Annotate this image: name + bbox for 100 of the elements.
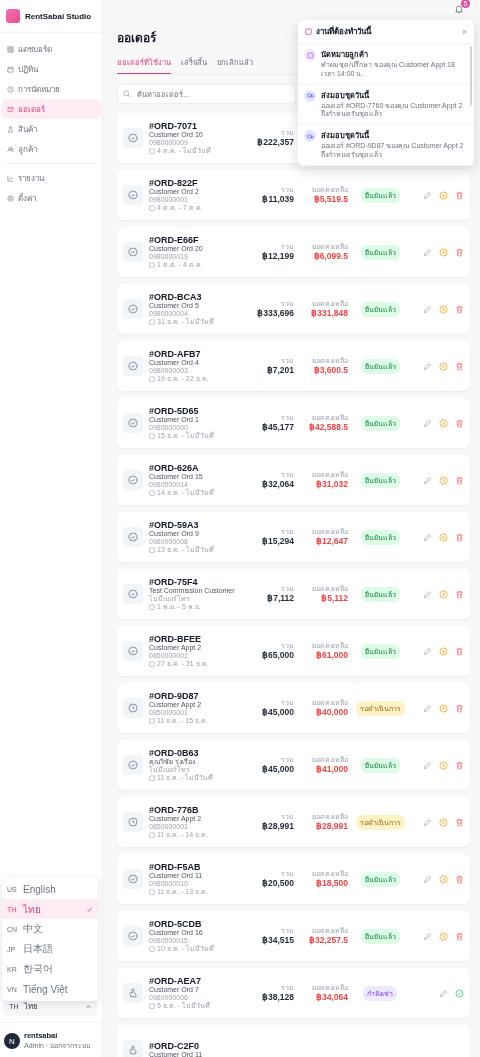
order-id: #ORD-776B — [149, 804, 200, 816]
order-id: #ORD-AEA7 — [149, 975, 202, 987]
order-id: #ORD-75F4 — [149, 576, 199, 588]
total-amount: ฿32,064 — [262, 479, 294, 490]
total-amount: ฿65,000 — [262, 650, 294, 661]
remaining-amount: ฿34,064 — [316, 992, 348, 1003]
dress-icon — [7, 125, 14, 133]
delete-button[interactable] — [455, 304, 464, 314]
calendar-icon — [149, 604, 155, 611]
delete-button[interactable] — [455, 247, 464, 257]
sidebar-item[interactable]: ลูกค้า — [1, 139, 101, 159]
complete-button[interactable] — [455, 988, 464, 998]
users-icon — [7, 145, 14, 153]
edit-button[interactable] — [423, 931, 432, 941]
bell-icon[interactable] — [454, 4, 464, 14]
calendar-icon — [149, 490, 155, 497]
delete-button[interactable] — [455, 589, 464, 599]
edit-button[interactable] — [423, 418, 432, 428]
delete-button[interactable] — [455, 703, 464, 713]
sidebar-item[interactable]: ออเดอร์ — [1, 99, 101, 119]
cancel-button[interactable] — [439, 874, 448, 884]
sidebar-item[interactable]: รายงาน — [1, 168, 101, 188]
total-amount: ฿222,357 — [257, 137, 294, 148]
sidebar-item[interactable]: ปฏิทิน — [1, 59, 101, 79]
clock-icon — [123, 812, 143, 832]
cancel-button[interactable] — [439, 760, 448, 770]
calendar-icon — [149, 547, 155, 554]
edit-button[interactable] — [423, 703, 432, 713]
calendar-icon — [7, 65, 14, 73]
sidebar-item[interactable]: ตั้งค่า — [1, 188, 101, 208]
edit-button[interactable] — [423, 817, 432, 827]
envelope-icon — [7, 105, 14, 113]
calendar-icon — [149, 205, 155, 212]
remaining-amount: ฿32,257.5 — [308, 935, 348, 946]
delete-button[interactable] — [455, 760, 464, 770]
edit-button[interactable] — [439, 988, 448, 998]
total-amount: ฿15,294 — [262, 536, 294, 547]
edit-button[interactable] — [423, 532, 432, 542]
total-amount: ฿20,500 — [262, 878, 294, 889]
remaining-amount: ฿28,991 — [316, 821, 348, 832]
edit-button[interactable] — [423, 475, 432, 485]
delete-button[interactable] — [455, 190, 464, 200]
cancel-button[interactable] — [439, 703, 448, 713]
order-id: #ORD-7071 — [149, 120, 199, 132]
remaining-amount: ฿61,000 — [316, 650, 348, 661]
delete-button[interactable] — [455, 475, 464, 485]
edit-button[interactable] — [423, 646, 432, 656]
cancel-button[interactable] — [439, 817, 448, 827]
check-badge-icon — [123, 641, 143, 661]
calendar-icon — [149, 775, 155, 782]
check-badge-icon — [123, 584, 143, 604]
cancel-button[interactable] — [439, 190, 448, 200]
delete-button[interactable] — [455, 817, 464, 827]
order-id: #ORD-F5AB — [149, 861, 202, 873]
calendar-icon — [149, 832, 155, 839]
remaining-amount: ฿18,500 — [316, 878, 348, 889]
cancel-button[interactable] — [439, 247, 448, 257]
delete-button[interactable] — [455, 646, 464, 656]
edit-button[interactable] — [423, 304, 432, 314]
edit-button[interactable] — [423, 190, 432, 200]
truck-icon — [304, 130, 316, 142]
delete-button[interactable] — [455, 931, 464, 941]
delete-button[interactable] — [455, 532, 464, 542]
order-id: #ORD-AFB7 — [149, 348, 202, 360]
remaining-amount: ฿331,848 — [311, 308, 348, 319]
edit-button[interactable] — [423, 874, 432, 884]
cancel-button[interactable] — [439, 475, 448, 485]
order-id: #ORD-9D87 — [149, 690, 200, 702]
calendar-icon — [149, 661, 155, 668]
cancel-button[interactable] — [439, 646, 448, 656]
check-badge-icon — [123, 755, 143, 775]
edit-button[interactable] — [423, 760, 432, 770]
calendar-icon — [149, 148, 155, 155]
grid-icon — [7, 45, 14, 53]
order-id: #ORD-E66F — [149, 234, 200, 246]
order-id: #ORD-C2F0 — [149, 1040, 200, 1052]
calendar-icon — [149, 889, 155, 896]
cancel-button[interactable] — [439, 931, 448, 941]
edit-button[interactable] — [423, 247, 432, 257]
edit-button[interactable] — [423, 589, 432, 599]
cancel-button[interactable] — [439, 589, 448, 599]
delete-button[interactable] — [455, 361, 464, 371]
check-badge-icon — [123, 242, 143, 262]
cancel-button[interactable] — [439, 304, 448, 314]
delete-button[interactable] — [455, 874, 464, 884]
cancel-button[interactable] — [439, 361, 448, 371]
cancel-button[interactable] — [439, 418, 448, 428]
calendar-icon — [149, 376, 155, 383]
total-amount: ฿333,696 — [257, 308, 294, 319]
delete-button[interactable] — [455, 418, 464, 428]
order-id: #ORD-BFEE — [149, 633, 202, 645]
order-id: #ORD-5D65 — [149, 405, 200, 417]
cancel-button[interactable] — [439, 532, 448, 542]
sidebar-item[interactable]: แดชบอร์ด — [1, 39, 101, 59]
page-title: ออเดอร์ — [117, 30, 156, 47]
sidebar-item[interactable]: สินค้า — [1, 119, 101, 139]
edit-button[interactable] — [423, 361, 432, 371]
remaining-amount: ฿12,647 — [316, 536, 348, 547]
sidebar-item[interactable]: การนัดหมาย — [1, 79, 101, 99]
truck-icon — [304, 89, 316, 102]
